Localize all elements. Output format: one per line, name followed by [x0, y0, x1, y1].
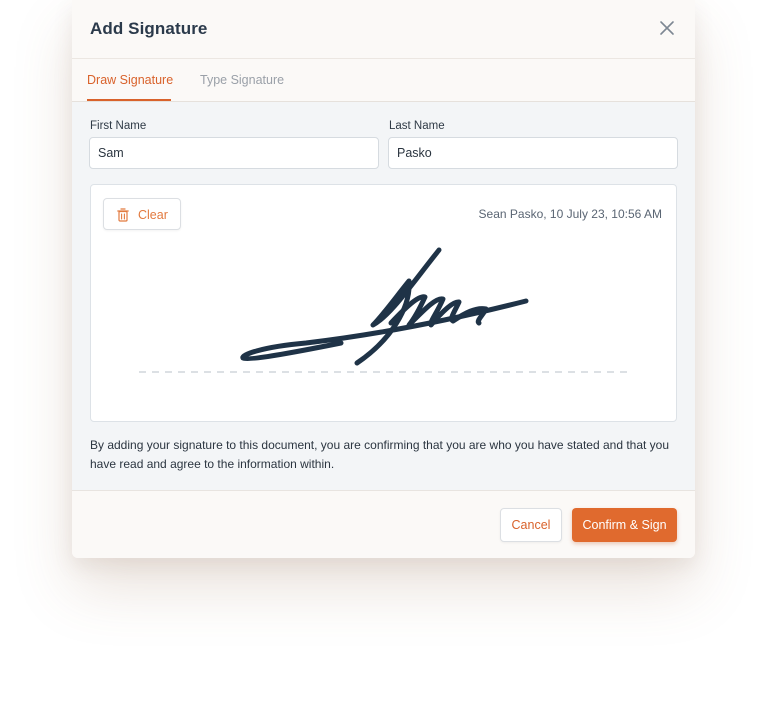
dialog-header: Add Signature [72, 0, 695, 59]
close-icon[interactable] [657, 18, 677, 38]
signature-drawing [139, 247, 631, 373]
dialog-footer: Cancel Confirm & Sign [72, 491, 695, 558]
dialog-body: First Name Last Name Clear Sean Pasko, 1… [72, 102, 695, 491]
tab-draw-signature[interactable]: Draw Signature [87, 73, 173, 87]
tab-type-signature[interactable]: Type Signature [200, 73, 284, 87]
active-tab-indicator [87, 99, 171, 101]
last-name-input[interactable] [388, 137, 678, 169]
add-signature-dialog: Add Signature Draw Signature Type Signat… [72, 0, 695, 558]
tab-bar: Draw Signature Type Signature [72, 59, 695, 102]
confirm-sign-button[interactable]: Confirm & Sign [572, 508, 677, 542]
dialog-title: Add Signature [90, 19, 208, 38]
signature-pad[interactable]: Clear Sean Pasko, 10 July 23, 10:56 AM [90, 184, 677, 422]
first-name-label: First Name [90, 120, 147, 132]
first-name-input[interactable] [89, 137, 379, 169]
last-name-label: Last Name [389, 120, 445, 132]
signature-ink [240, 247, 529, 366]
cancel-button[interactable]: Cancel [500, 508, 562, 542]
consent-note: By adding your signature to this documen… [90, 438, 670, 471]
